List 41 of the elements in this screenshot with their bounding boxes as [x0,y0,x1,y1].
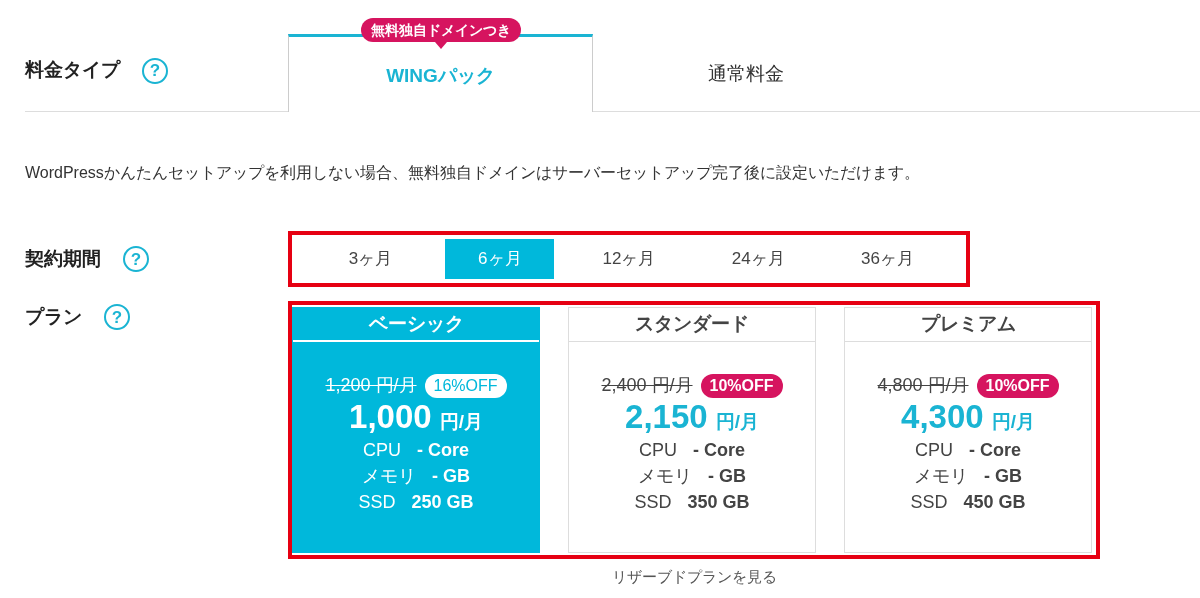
reserved-plan-link[interactable]: リザーブドプランを見る [611,568,777,585]
spec-value: - GB [984,464,1022,488]
plan-card[interactable]: スタンダード 2,400 円/月 10%OFF 2,150 円/月 CPU - Core メモリ - GB SSD 350 GB [568,307,816,553]
spec-label: CPU [639,438,677,462]
info-text: WordPressかんたんセットアップを利用しない場合、無料独自ドメインはサーバーセットアップ完了後に設定いただけます。 [25,163,921,183]
pointer-icon [434,42,447,49]
spec-value: 350 GB [687,490,750,514]
price: 2,150 [625,399,708,436]
plan-name: スタンダード [569,308,815,342]
spec-value: - Core [969,438,1021,462]
spec-value: - GB [432,464,470,488]
spec-label: メモリ [914,464,968,488]
spec-label: SSD [358,490,396,514]
spec-label: メモリ [362,464,416,488]
old-price: 1,200 円/月 [325,374,417,397]
spec-value: - Core [417,438,469,462]
price: 4,300 [901,399,984,436]
spec-label: CPU [363,438,401,462]
spec-label: CPU [915,438,953,462]
discount-badge: 16%OFF [424,373,507,398]
plan-name: プレミアム [845,308,1091,342]
price-unit: 円/月 [991,410,1035,434]
spec-value: 450 GB [963,490,1026,514]
row-label: 契約期間 [25,246,101,271]
old-price: 4,800 円/月 [877,374,969,397]
spec-label: SSD [910,490,948,514]
row-label: プラン [25,305,82,329]
spec-value: 250 GB [411,490,474,514]
old-price: 2,400 円/月 [601,374,693,397]
price-unit: 円/月 [715,410,759,434]
row-label: 料金タイプ [25,58,120,83]
price-unit: 円/月 [439,410,483,434]
spec-value: - Core [693,438,745,462]
plan-card[interactable]: プレミアム 4,800 円/月 10%OFF 4,300 円/月 CPU - Core メモリ - GB SSD 450 GB [844,307,1092,553]
discount-badge: 10%OFF [976,373,1059,398]
spec-value: - GB [708,464,746,488]
price: 1,000 [349,399,432,436]
discount-badge: 10%OFF [700,373,783,398]
spec-label: メモリ [638,464,692,488]
spec-label: SSD [634,490,672,514]
plan-name: ベーシック [293,308,539,342]
